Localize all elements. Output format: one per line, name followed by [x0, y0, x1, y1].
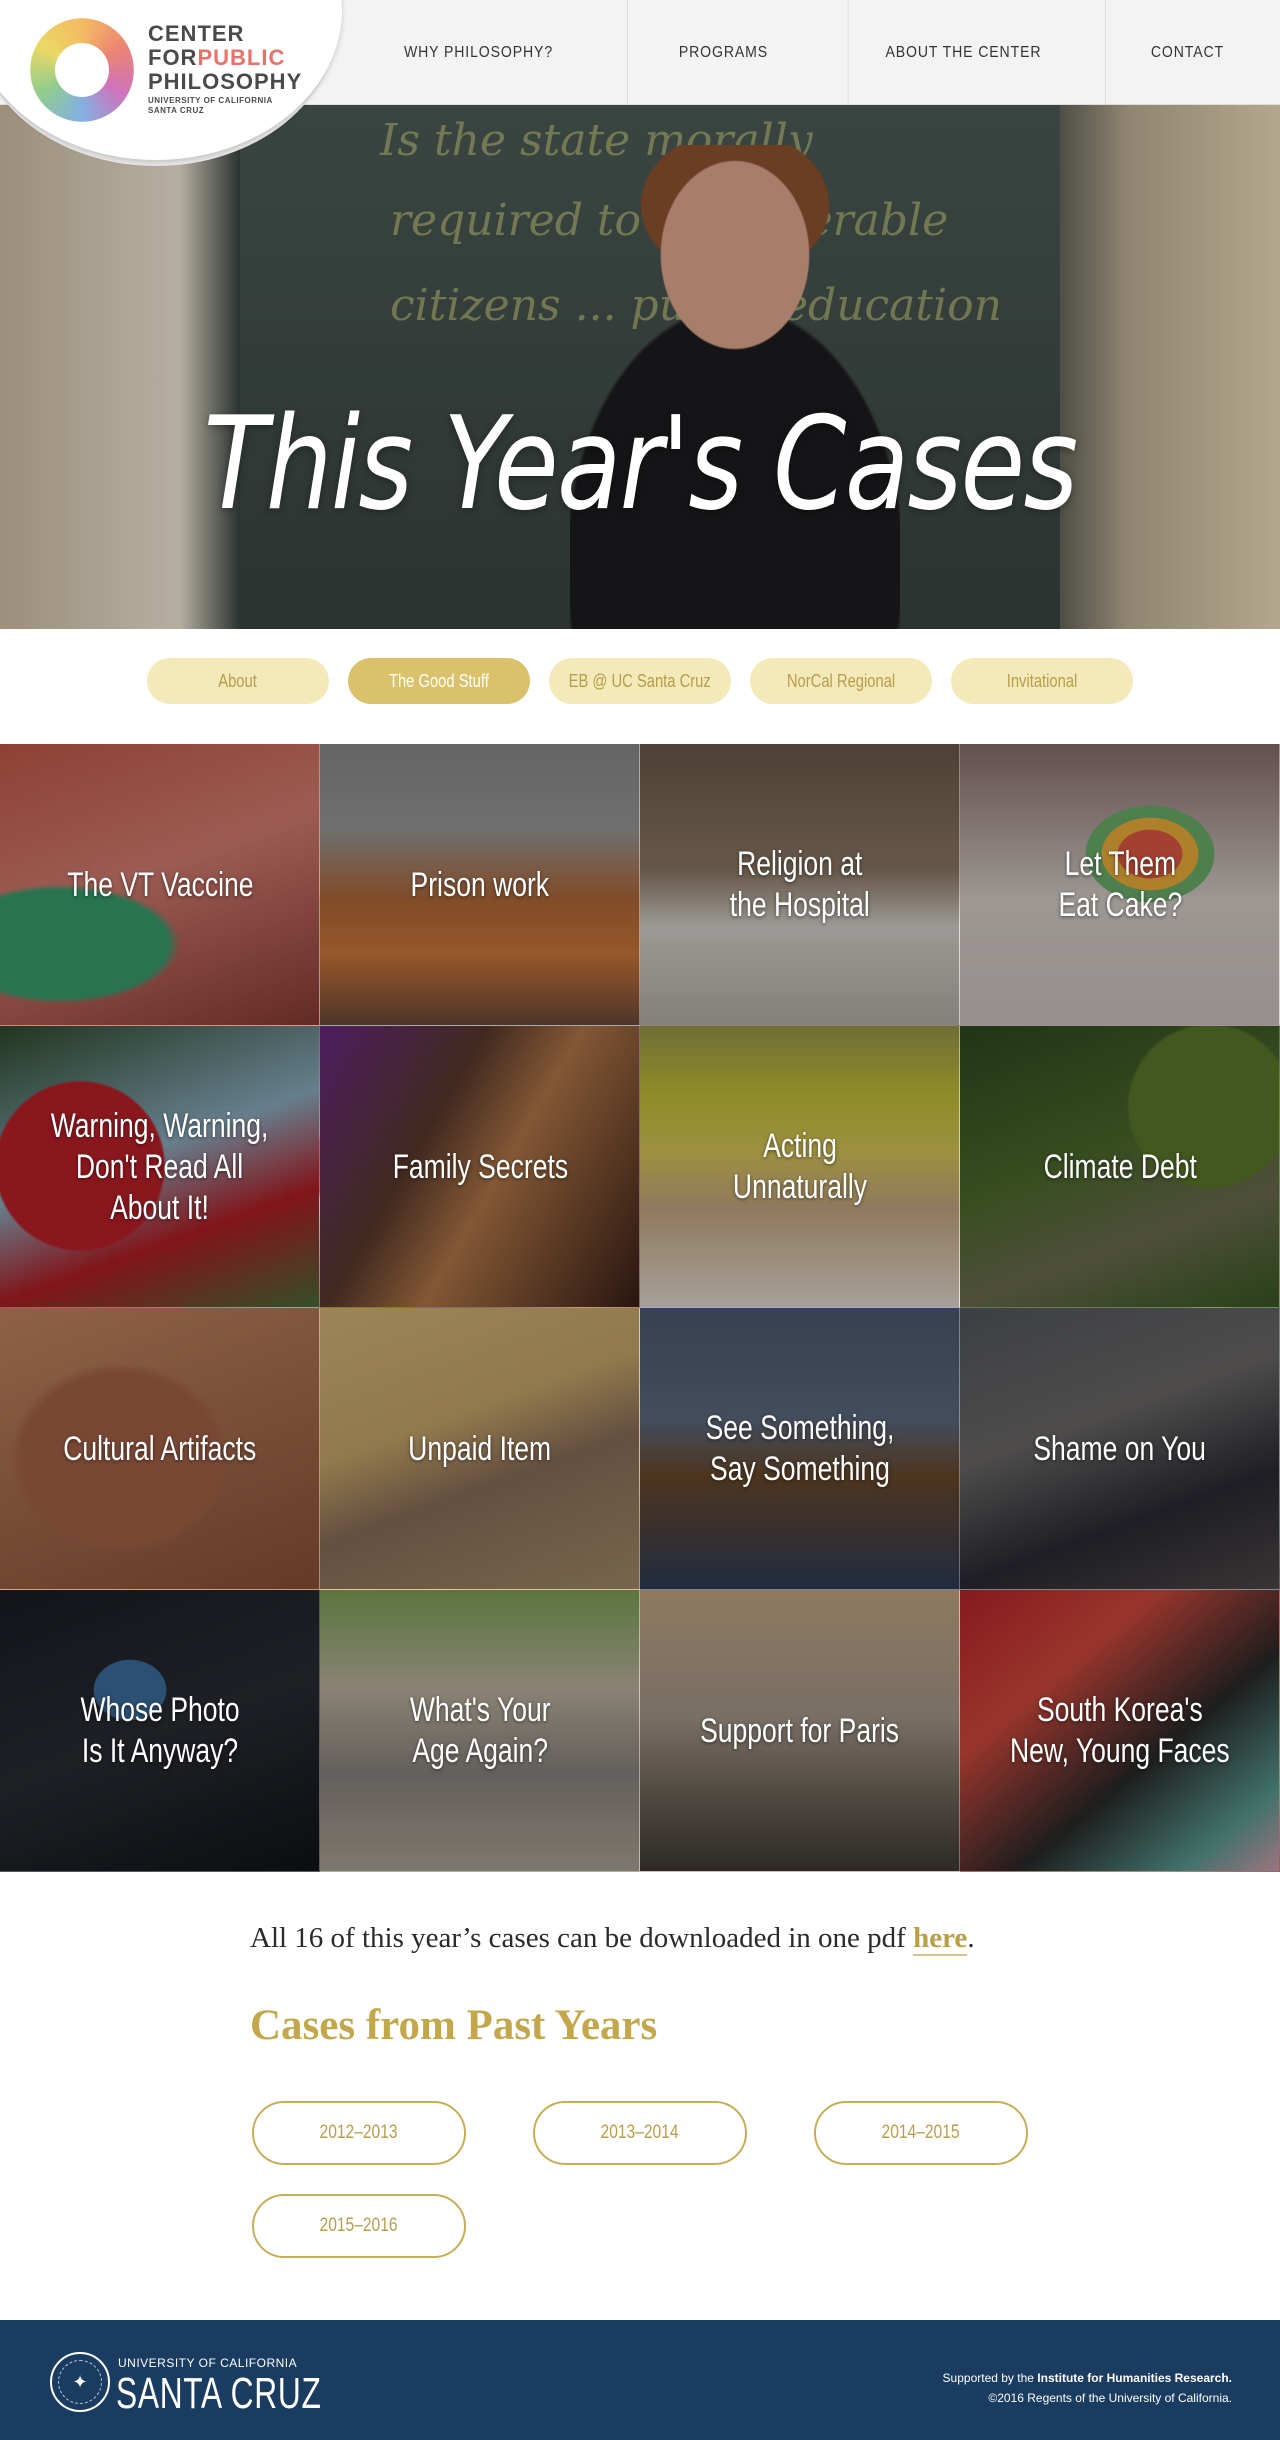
logo-line-philosophy: PHILOSOPHY — [148, 69, 303, 94]
subnav-about[interactable]: About — [147, 658, 329, 704]
year-button-label: 2012–2013 — [319, 2122, 398, 2143]
footer-santa-cruz-logo[interactable]: SANTA CRUZ — [116, 2370, 322, 2418]
case-title: Acting Unnaturally — [640, 1026, 959, 1307]
download-text: All 16 of this year’s cases can be downl… — [250, 1922, 914, 1954]
subnav-norcal-regional[interactable]: NorCal Regional — [750, 658, 932, 704]
case-title-text: See Something, Say Something — [705, 1409, 895, 1488]
case-title-text: Cultural Artifacts — [63, 1429, 257, 1468]
nav-contact[interactable]: CONTACT — [1105, 0, 1269, 105]
case-title-text: Prison work — [410, 865, 550, 904]
case-tile-warning-warning[interactable]: Warning, Warning, Don't Read All About I… — [0, 1026, 320, 1308]
subnav-about-label: About — [218, 670, 258, 691]
case-tile-let-them-eat-cake[interactable]: Let Them Eat Cake? — [960, 744, 1280, 1026]
case-tile-climate-debt[interactable]: Climate Debt — [960, 1026, 1280, 1308]
year-button-2012-2013[interactable]: 2012–2013 — [252, 2101, 466, 2165]
case-title: Let Them Eat Cake? — [960, 744, 1279, 1025]
case-title-text: Religion at the Hospital — [729, 845, 871, 924]
case-tile-whats-your-age[interactable]: What's Your Age Again? — [320, 1590, 640, 1872]
section-subnav: About The Good Stuff EB @ UC Santa Cruz … — [0, 658, 1280, 704]
case-title: Shame on You — [960, 1308, 1279, 1589]
case-title-text: Let Them Eat Cake? — [1058, 845, 1182, 924]
main-nav: WHY PHILOSOPHY? PROGRAMS ABOUT THE CENTE… — [343, 0, 1280, 105]
subnav-norcal-regional-label: NorCal Regional — [786, 670, 896, 691]
case-title-text: South Korea's New, Young Faces — [1010, 1691, 1230, 1770]
case-title-text: Acting Unnaturally — [732, 1127, 868, 1206]
subnav-invitational-label: Invitational — [1006, 670, 1078, 691]
case-title-text: Unpaid Item — [408, 1429, 552, 1468]
year-button-2013-2014[interactable]: 2013–2014 — [533, 2101, 747, 2165]
case-title: Support for Paris — [640, 1590, 959, 1871]
site-logo-text[interactable]: CENTER FORPUBLIC PHILOSOPHY UNIVERSITY O… — [148, 22, 302, 116]
case-title-text: Support for Paris — [700, 1711, 900, 1750]
case-tile-vt-vaccine[interactable]: The VT Vaccine — [0, 744, 320, 1026]
case-tile-family-secrets[interactable]: Family Secrets — [320, 1026, 640, 1308]
case-title-text: Family Secrets — [392, 1147, 568, 1186]
ucsc-seal-icon[interactable]: ✦ — [50, 2352, 110, 2412]
case-title: Religion at the Hospital — [640, 744, 959, 1025]
case-grid: The VT Vaccine Prison work Religion at t… — [0, 744, 1280, 1872]
subnav-the-good-stuff-label: The Good Stuff — [389, 670, 489, 691]
page-title: This Year's Cases — [203, 390, 1078, 539]
year-button-2015-2016[interactable]: 2015–2016 — [252, 2194, 466, 2258]
case-tile-acting-unnaturally[interactable]: Acting Unnaturally — [640, 1026, 960, 1308]
logo-line-center: CENTER — [148, 21, 245, 46]
year-button-label: 2014–2015 — [881, 2122, 960, 2143]
case-title: Unpaid Item — [320, 1308, 639, 1589]
case-tile-shame-on-you[interactable]: Shame on You — [960, 1308, 1280, 1590]
logo-for: FOR — [148, 45, 198, 70]
case-title-text: Shame on You — [1033, 1429, 1207, 1468]
year-button-2014-2015[interactable]: 2014–2015 — [814, 2101, 1028, 2165]
subnav-eb-uc-santa-cruz[interactable]: EB @ UC Santa Cruz — [549, 658, 731, 704]
case-title: Climate Debt — [960, 1026, 1279, 1307]
case-title: South Korea's New, Young Faces — [960, 1590, 1279, 1871]
case-title: Whose Photo Is It Anyway? — [0, 1590, 319, 1871]
logo-university: UNIVERSITY OF CALIFORNIA — [148, 96, 273, 105]
past-years-heading: Cases from Past Years — [250, 2002, 658, 2049]
nav-about-the-center[interactable]: ABOUT THE CENTER — [847, 0, 1079, 105]
download-period: . — [967, 1922, 975, 1954]
case-tile-unpaid-item[interactable]: Unpaid Item — [320, 1308, 640, 1590]
case-title-text: The VT Vaccine — [66, 865, 254, 904]
case-title: See Something, Say Something — [640, 1308, 959, 1589]
case-title: Warning, Warning, Don't Read All About I… — [0, 1026, 319, 1307]
case-title: What's Your Age Again? — [320, 1590, 639, 1871]
logo-line-forpublic: FORPUBLIC — [148, 46, 302, 70]
year-button-label: 2013–2014 — [600, 2122, 679, 2143]
subnav-the-good-stuff[interactable]: The Good Stuff — [348, 658, 530, 704]
logo-santa-cruz: SANTA CRUZ — [148, 106, 205, 115]
footer-supported-prefix: Supported by the — [942, 2371, 1038, 2385]
download-all-text: All 16 of this year’s cases can be downl… — [250, 1922, 1050, 1956]
case-tile-see-something[interactable]: See Something, Say Something — [640, 1308, 960, 1590]
case-title: Family Secrets — [320, 1026, 639, 1307]
case-tile-support-for-paris[interactable]: Support for Paris — [640, 1590, 960, 1872]
hero-shade — [0, 105, 1280, 629]
subnav-invitational[interactable]: Invitational — [951, 658, 1133, 704]
case-title: Cultural Artifacts — [0, 1308, 319, 1589]
hero-banner: Is the state morally required to ... vul… — [0, 105, 1280, 629]
subnav-eb-uc-santa-cruz-label: EB @ UC Santa Cruz — [568, 670, 712, 691]
footer-university-label[interactable]: UNIVERSITY OF CALIFORNIA — [118, 2356, 297, 2370]
site-footer: ✦ UNIVERSITY OF CALIFORNIA SANTA CRUZ Su… — [0, 2320, 1280, 2440]
year-button-label: 2015–2016 — [319, 2215, 398, 2236]
footer-credits: Supported by the Institute for Humanitie… — [943, 2368, 1232, 2408]
case-title-text: Whose Photo Is It Anyway? — [80, 1691, 240, 1770]
case-title-text: Warning, Warning, Don't Read All About I… — [51, 1106, 269, 1227]
download-pdf-link[interactable]: here — [913, 1922, 968, 1956]
case-title: Prison work — [320, 744, 639, 1025]
nav-programs[interactable]: PROGRAMS — [627, 0, 819, 105]
logo-ring-icon[interactable] — [30, 18, 134, 122]
case-title: The VT Vaccine — [0, 744, 319, 1025]
case-tile-south-korea[interactable]: South Korea's New, Young Faces — [960, 1590, 1280, 1872]
case-tile-religion-hospital[interactable]: Religion at the Hospital — [640, 744, 960, 1026]
case-tile-prison-work[interactable]: Prison work — [320, 744, 640, 1026]
case-tile-whose-photo[interactable]: Whose Photo Is It Anyway? — [0, 1590, 320, 1872]
footer-ihr-link[interactable]: Institute for Humanities Research. — [1037, 2371, 1232, 2385]
case-title-text: Climate Debt — [1043, 1147, 1197, 1186]
footer-supported-line: Supported by the Institute for Humanitie… — [943, 2368, 1232, 2388]
footer-copyright: ©2016 Regents of the University of Calif… — [988, 2391, 1232, 2405]
case-title-text: What's Your Age Again? — [409, 1691, 551, 1770]
nav-why-philosophy[interactable]: WHY PHILOSOPHY? — [359, 0, 597, 105]
case-tile-cultural-artifacts[interactable]: Cultural Artifacts — [0, 1308, 320, 1590]
logo-public: PUBLIC — [197, 45, 286, 70]
